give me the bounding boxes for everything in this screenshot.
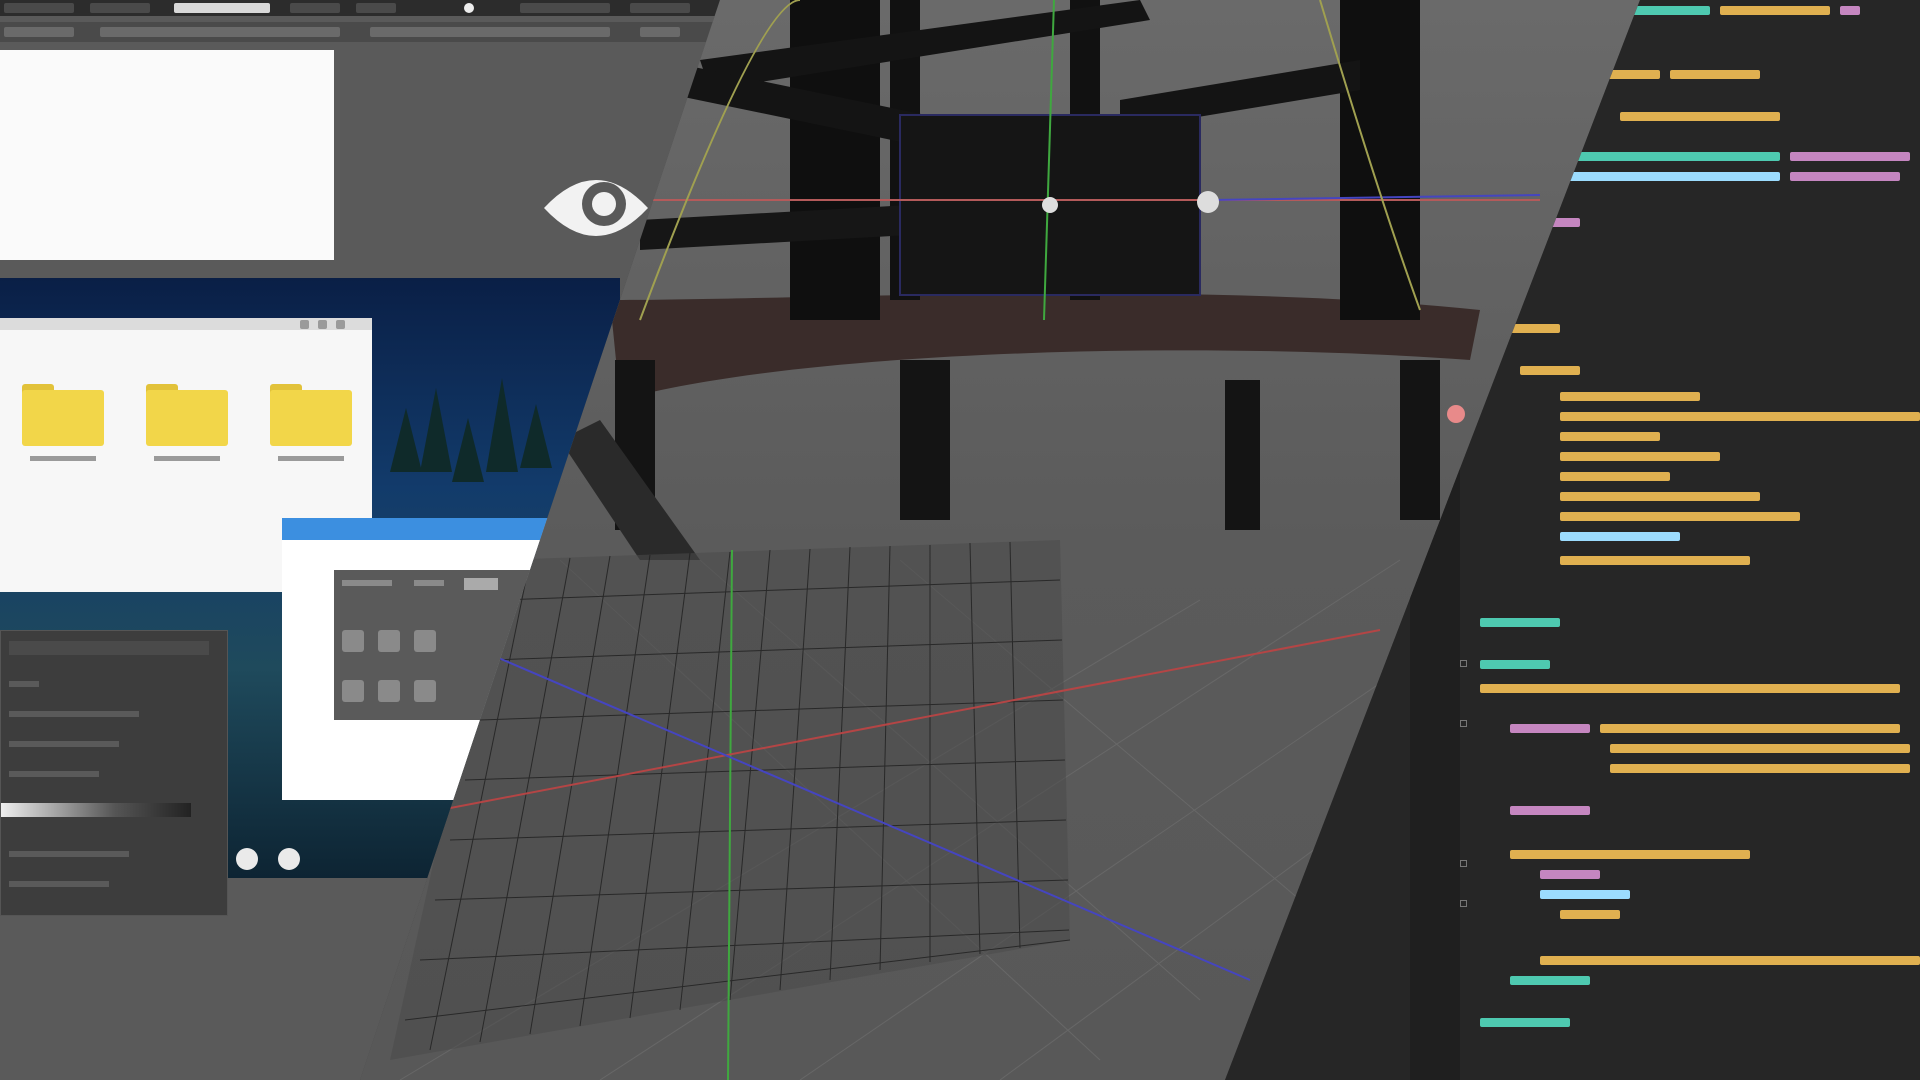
code-token [1480, 1018, 1570, 1027]
code-token [1560, 172, 1780, 181]
panel-header [9, 641, 209, 655]
folder-icon[interactable] [270, 384, 352, 461]
code-token [1560, 432, 1660, 441]
properties-panel [0, 630, 228, 916]
dialog-button[interactable] [464, 578, 498, 590]
record-dot-icon[interactable] [464, 3, 474, 13]
toolbar-item[interactable] [640, 27, 680, 37]
dialog-option-icon[interactable] [342, 680, 364, 702]
property-row[interactable] [9, 851, 129, 857]
code-token [1560, 532, 1680, 541]
code-token [1510, 850, 1750, 859]
folder-icon[interactable] [22, 384, 104, 461]
code-token [1790, 152, 1910, 161]
code-token [1560, 512, 1800, 521]
tree-silhouette [520, 404, 552, 468]
fold-marker-icon[interactable] [1460, 720, 1467, 727]
eye-icon[interactable] [540, 152, 652, 264]
dialog-option-icon[interactable] [378, 680, 400, 702]
code-token [1560, 412, 1920, 421]
property-row[interactable] [9, 881, 109, 887]
dialog-option-icon[interactable] [342, 630, 364, 652]
dialog-row [414, 580, 444, 586]
code-token [1610, 764, 1910, 773]
tree-silhouette [390, 408, 422, 472]
code-token [1480, 618, 1560, 627]
code-token [1540, 956, 1920, 965]
tab[interactable] [520, 3, 610, 13]
tab[interactable] [90, 3, 150, 13]
code-token [1510, 724, 1590, 733]
code-token [1600, 724, 1900, 733]
property-row[interactable] [9, 711, 139, 717]
dialog-option-icon[interactable] [378, 630, 400, 652]
code-token [1560, 452, 1720, 461]
property-row[interactable] [9, 741, 119, 747]
editor-toolbar [0, 22, 720, 42]
minimize-icon[interactable] [300, 320, 309, 329]
tab-active[interactable] [174, 3, 270, 13]
dialog-option-icon[interactable] [414, 680, 436, 702]
property-row[interactable] [9, 771, 99, 777]
code-token [1510, 324, 1560, 333]
code-token [1520, 366, 1580, 375]
fold-marker-icon[interactable] [1460, 860, 1467, 867]
toolbar-item[interactable] [100, 27, 340, 37]
code-token [1540, 890, 1630, 899]
code-token [1540, 870, 1600, 879]
preview-canvas [0, 50, 334, 260]
code-token [1480, 660, 1550, 669]
maximize-icon[interactable] [318, 320, 327, 329]
folder-icon[interactable] [146, 384, 228, 461]
fold-marker-icon[interactable] [1460, 660, 1467, 667]
code-token [1560, 472, 1670, 481]
code-token [1610, 744, 1910, 753]
code-token [1840, 6, 1860, 15]
code-token [1510, 976, 1590, 985]
code-token [1560, 556, 1750, 565]
top-tab-bar [0, 0, 720, 16]
chair-model[interactable] [560, 0, 1480, 560]
code-token [1480, 684, 1900, 693]
dock-circle-icon[interactable] [278, 848, 300, 870]
dialog-option-icon[interactable] [414, 630, 436, 652]
dialog-row [342, 580, 392, 586]
code-token [1620, 112, 1780, 121]
code-token [1790, 172, 1900, 181]
gradient-slider[interactable] [1, 803, 191, 817]
toolbar-item[interactable] [370, 27, 610, 37]
tree-silhouette [420, 388, 452, 472]
fold-marker-icon[interactable] [1460, 900, 1467, 907]
code-token [1560, 152, 1780, 161]
code-token [1560, 910, 1620, 919]
tree-silhouette [452, 418, 484, 482]
property-row [9, 681, 39, 687]
tab[interactable] [290, 3, 340, 13]
toolbar-item[interactable] [4, 27, 74, 37]
code-token [1510, 806, 1590, 815]
tab[interactable] [630, 3, 690, 13]
code-token [1560, 392, 1700, 401]
code-token [1560, 492, 1760, 501]
close-icon[interactable] [336, 320, 345, 329]
tab[interactable] [356, 3, 396, 13]
tree-silhouette [486, 378, 518, 472]
code-token [1720, 6, 1830, 15]
dock-circle-icon[interactable] [236, 848, 258, 870]
code-token [1670, 70, 1760, 79]
tab[interactable] [4, 3, 74, 13]
